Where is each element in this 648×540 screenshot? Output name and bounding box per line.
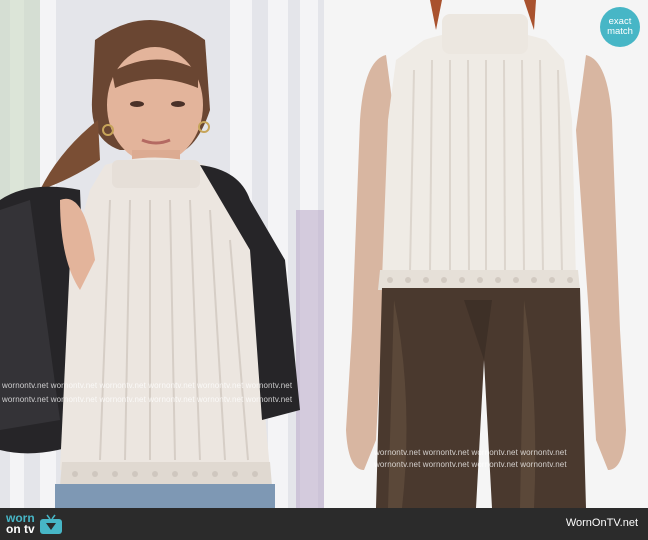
exact-match-badge: exact match bbox=[600, 7, 640, 47]
tv-still-illustration bbox=[0, 0, 324, 508]
tv-still-photo: wornontv.net wornontv.net wornontv.net w… bbox=[0, 0, 324, 508]
watermark-row: wornontv.net wornontv.net wornontv.net w… bbox=[374, 448, 567, 457]
logo-line2: on tv bbox=[6, 522, 35, 536]
badge-line2: match bbox=[607, 26, 633, 37]
watermark-row: wornontv.net wornontv.net wornontv.net w… bbox=[2, 381, 293, 390]
product-photo: wornontv.net wornontv.net wornontv.net w… bbox=[324, 0, 648, 508]
site-name[interactable]: WornOnTV.net bbox=[566, 517, 638, 529]
watermark-row: wornontv.net wornontv.net wornontv.net w… bbox=[374, 460, 567, 469]
watermark-row: wornontv.net wornontv.net wornontv.net w… bbox=[2, 395, 293, 404]
site-logo[interactable]: worn on tv bbox=[6, 512, 63, 536]
product-illustration bbox=[324, 0, 648, 508]
tv-icon bbox=[39, 514, 62, 534]
footer-bar: worn on tv WornOnTV.net bbox=[0, 508, 648, 540]
logo-text: worn on tv bbox=[6, 512, 35, 536]
